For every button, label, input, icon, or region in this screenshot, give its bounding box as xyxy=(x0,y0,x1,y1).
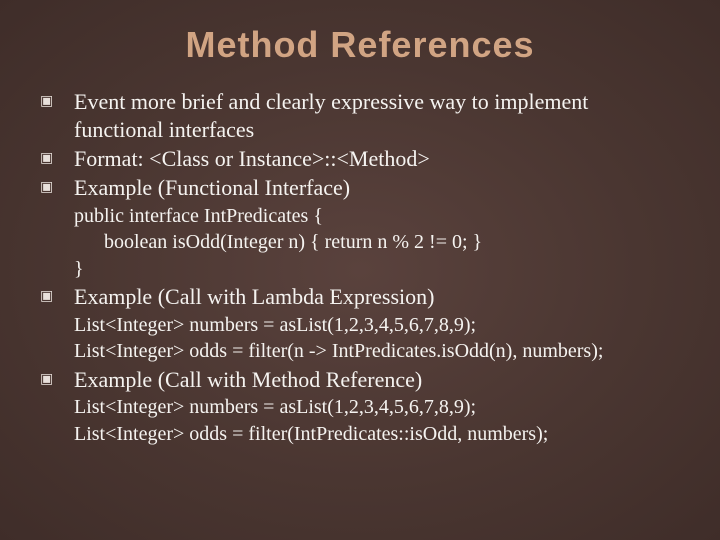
bullet-text: Example (Call with Lambda Expression) xyxy=(74,283,680,311)
code-line: public interface IntPredicates { xyxy=(40,204,680,230)
bullet-text: Example (Call with Method Reference) xyxy=(74,366,680,394)
bullet-icon: ▣ xyxy=(40,88,74,116)
code-line: boolean isOdd(Integer n) { return n % 2 … xyxy=(40,230,680,256)
bullet-text: Event more brief and clearly expressive … xyxy=(74,88,680,144)
slide-body: ▣ Event more brief and clearly expressiv… xyxy=(40,88,680,447)
code-line: } xyxy=(40,257,680,283)
bullet-item: ▣ Example (Functional Interface) xyxy=(40,174,680,202)
bullet-item: ▣ Event more brief and clearly expressiv… xyxy=(40,88,680,144)
slide: Method References ▣ Event more brief and… xyxy=(0,0,720,540)
bullet-icon: ▣ xyxy=(40,174,74,202)
bullet-icon: ▣ xyxy=(40,283,74,311)
bullet-text: Example (Functional Interface) xyxy=(74,174,680,202)
slide-title: Method References xyxy=(40,24,680,66)
code-line: List<Integer> odds = filter(n -> IntPred… xyxy=(40,339,680,365)
code-line: List<Integer> numbers = asList(1,2,3,4,5… xyxy=(40,395,680,421)
bullet-text: Format: <Class or Instance>::<Method> xyxy=(74,145,680,173)
code-line: List<Integer> odds = filter(IntPredicate… xyxy=(40,422,680,448)
bullet-item: ▣ Format: <Class or Instance>::<Method> xyxy=(40,145,680,173)
bullet-icon: ▣ xyxy=(40,366,74,394)
bullet-icon: ▣ xyxy=(40,145,74,173)
bullet-item: ▣ Example (Call with Method Reference) xyxy=(40,366,680,394)
bullet-item: ▣ Example (Call with Lambda Expression) xyxy=(40,283,680,311)
code-line: List<Integer> numbers = asList(1,2,3,4,5… xyxy=(40,313,680,339)
